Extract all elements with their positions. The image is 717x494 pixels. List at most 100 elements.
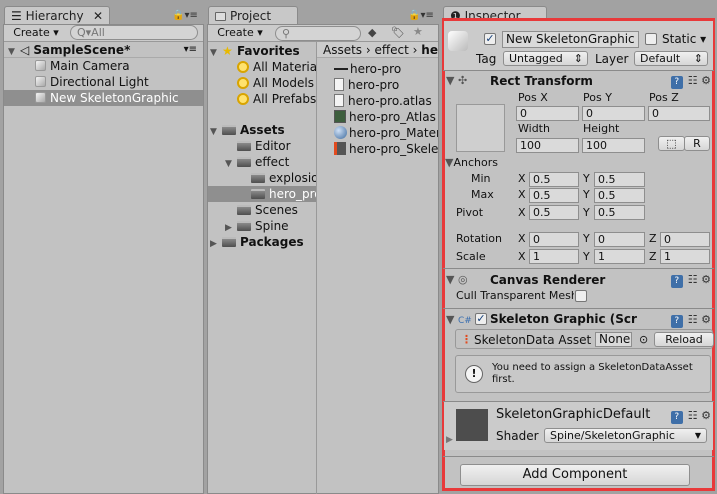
lock-menu-icon[interactable]: 🔒▾≡: [172, 10, 198, 21]
shader-dropdown[interactable]: Spine/SkeletonGraphic ▼: [544, 428, 707, 443]
anchor-min-y-field[interactable]: 0.5: [594, 172, 645, 187]
scale-z-field[interactable]: 1: [660, 249, 710, 264]
raw-edit-button[interactable]: R: [684, 136, 710, 151]
scale-y-field[interactable]: 1: [594, 249, 645, 264]
blueprint-mode-button[interactable]: ⬚: [658, 136, 685, 151]
anchor-preset-button[interactable]: [456, 104, 505, 152]
packages-row[interactable]: ▶ Packages: [210, 234, 304, 250]
list-item[interactable]: All Models: [237, 75, 316, 91]
active-checkbox[interactable]: ✓: [484, 33, 496, 45]
posy-label: Pos Y: [583, 91, 612, 104]
folder-item[interactable]: explosion: [251, 170, 316, 186]
posy-field[interactable]: 0: [582, 106, 645, 121]
posx-label: Pos X: [518, 91, 548, 104]
breadcrumb-item[interactable]: Assets: [323, 43, 362, 57]
warning-text: You need to assign a SkeletonDataAsset f…: [492, 362, 693, 385]
tab-project[interactable]: Project: [208, 6, 298, 25]
file-item[interactable]: hero-pro: [334, 61, 438, 77]
create-button[interactable]: Create ▾: [10, 26, 62, 41]
list-item[interactable]: All Materials: [237, 59, 316, 75]
close-icon[interactable]: ✕: [93, 9, 103, 23]
file-item[interactable]: hero-pro.atlas: [334, 93, 438, 109]
tab-hierarchy[interactable]: ☰ Hierarchy ✕: [4, 6, 110, 25]
enabled-checkbox[interactable]: ✓: [475, 313, 487, 325]
pivot-x-field[interactable]: 0.5: [529, 205, 579, 220]
scale-x-field[interactable]: 1: [529, 249, 579, 264]
warning-box: ! You need to assign a SkeletonDataAsset…: [455, 355, 711, 393]
posx-field[interactable]: 0: [516, 106, 579, 121]
add-component-button[interactable]: Add Component: [460, 464, 690, 486]
component-title: Canvas Renderer: [490, 273, 606, 287]
static-label[interactable]: Static ▾: [662, 32, 706, 46]
x-label: X: [518, 250, 526, 263]
folder-icon: [251, 189, 265, 199]
star-icon[interactable]: ★: [413, 25, 423, 38]
component-header-icons[interactable]: ? ☷ ⚙: [670, 273, 711, 288]
rotation-z-field[interactable]: 0: [660, 232, 710, 247]
favorites-row[interactable]: ▼ ★ Favorites: [210, 43, 300, 59]
object-picker-icon[interactable]: ⊙: [639, 333, 648, 347]
gear-icon: ⚙: [701, 409, 711, 422]
layer-dropdown[interactable]: Default ⇕: [634, 51, 708, 66]
file-item[interactable]: hero-pro_Material: [334, 125, 438, 141]
pivot-y-field[interactable]: 0.5: [594, 205, 645, 220]
component-header-icons[interactable]: ? ☷ ⚙: [670, 74, 711, 89]
file-item[interactable]: hero-pro_SkeletonData: [334, 141, 438, 157]
help-icon: ?: [670, 411, 683, 424]
breadcrumb-item[interactable]: hero_pro: [421, 43, 438, 57]
assets-row[interactable]: ▼ Assets: [210, 122, 285, 138]
foldout-arrow[interactable]: ▼ ✣: [446, 74, 467, 88]
folder-icon: [222, 125, 236, 135]
list-item[interactable]: Main Camera: [4, 58, 203, 74]
tag-icon[interactable]: 🏷: [391, 26, 405, 39]
static-checkbox[interactable]: [645, 33, 657, 45]
width-field[interactable]: 100: [516, 138, 579, 153]
component-title: Rect Transform: [490, 74, 593, 88]
y-label: Y: [583, 172, 590, 185]
file-item[interactable]: hero-pro: [334, 77, 438, 93]
posz-field[interactable]: 0: [648, 106, 710, 121]
x-label: X: [518, 232, 526, 245]
material-name: SkeletonGraphicDefault: [496, 407, 651, 422]
component-header-icons[interactable]: ? ☷ ⚙: [670, 409, 711, 424]
gameobject-icon: [35, 92, 46, 103]
height-field[interactable]: 100: [582, 138, 645, 153]
list-item[interactable]: All Prefabs: [237, 91, 316, 107]
preset-icon: ☷: [687, 313, 702, 326]
foldout-arrow[interactable]: ▼ C#: [446, 313, 472, 328]
lock-menu-icon[interactable]: 🔒▾≡: [408, 10, 434, 21]
list-item[interactable]: Directional Light: [4, 74, 203, 90]
anchor-min-x-field[interactable]: 0.5: [529, 172, 579, 187]
list-item[interactable]: New SkeletonGraphic: [4, 90, 203, 106]
file-item[interactable]: hero-pro_Atlas: [334, 109, 438, 125]
filter-type-icon[interactable]: ◆: [368, 26, 376, 39]
anchors-foldout[interactable]: ▼Anchors: [445, 156, 498, 170]
foldout-arrow[interactable]: ▶: [446, 433, 453, 447]
scene-row[interactable]: ▼ ◁ SampleScene* ▾≡: [4, 42, 203, 58]
folder-item[interactable]: ▶ Spine: [225, 218, 316, 234]
reload-button[interactable]: Reload: [654, 332, 714, 347]
menu-icon[interactable]: ▾≡: [184, 42, 197, 57]
skeleton-data-field[interactable]: None: [595, 332, 632, 347]
anchor-max-y-field[interactable]: 0.5: [594, 188, 645, 203]
folder-item[interactable]: Editor: [237, 138, 316, 154]
breadcrumb-item[interactable]: effect: [375, 43, 409, 57]
create-button[interactable]: Create ▾: [214, 26, 266, 41]
search-input[interactable]: ⚲: [275, 26, 361, 41]
folder-item[interactable]: ▼ effect: [225, 154, 316, 170]
foldout-arrow[interactable]: ▼ ◎: [446, 273, 468, 287]
x-label: X: [518, 188, 526, 201]
component-header-icons[interactable]: ? ☷ ⚙: [670, 313, 711, 328]
folder-item[interactable]: hero_pro: [208, 186, 316, 202]
cull-checkbox[interactable]: [575, 290, 587, 302]
tag-dropdown[interactable]: Untagged ⇕: [503, 51, 588, 66]
rotation-y-field[interactable]: 0: [594, 232, 645, 247]
folder-item[interactable]: Scenes: [237, 202, 316, 218]
rotation-x-field[interactable]: 0: [529, 232, 579, 247]
gameobject-icon[interactable]: [448, 31, 468, 51]
name-field[interactable]: New SkeletonGraphic: [502, 31, 639, 48]
pivot-label: Pivot: [456, 206, 484, 219]
gameobject-icon: [35, 60, 46, 71]
anchor-max-x-field[interactable]: 0.5: [529, 188, 579, 203]
search-input[interactable]: Q▾All: [70, 25, 198, 40]
